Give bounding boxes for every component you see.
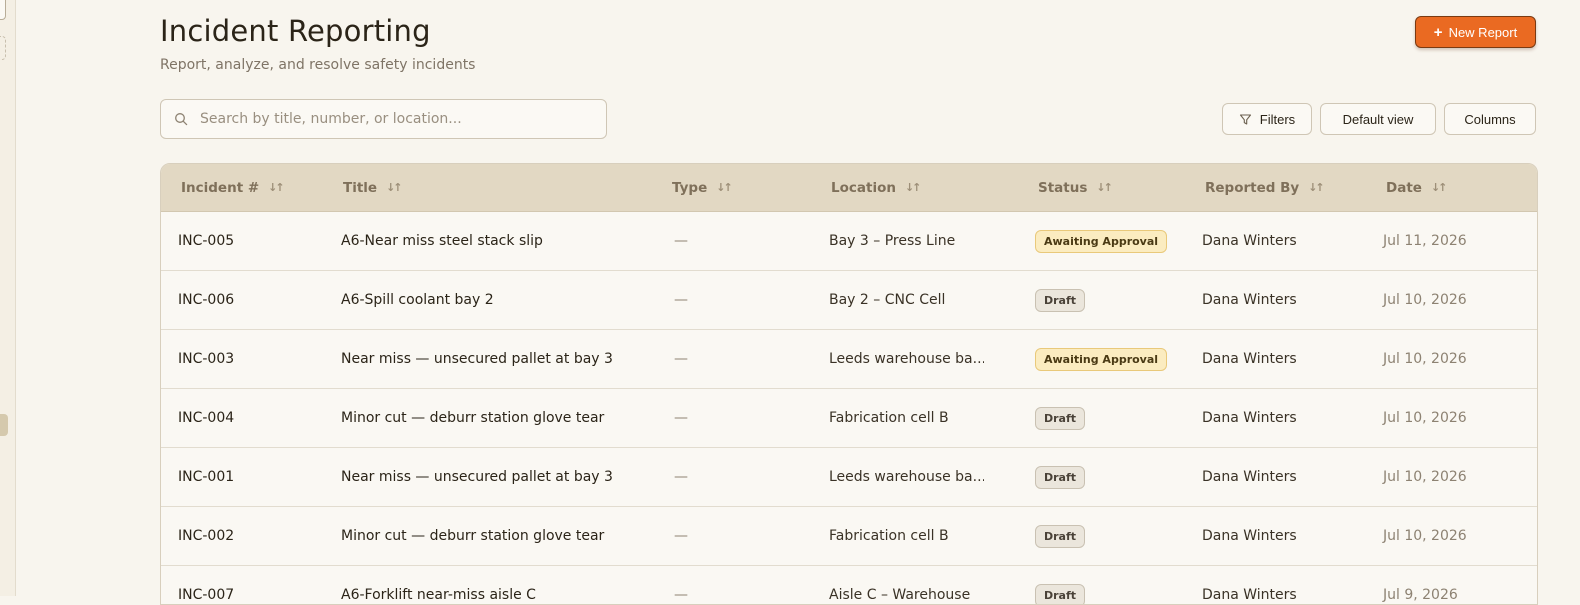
incident-id: INC-004 [178,389,234,447]
table-header: Incident # ↓↑ Title ↓↑ Type ↓↑ Location ↓↑ S… [161,164,1537,212]
search-input[interactable] [198,110,606,128]
table-row[interactable]: INC-007 A6-Forklift near-miss aisle C — … [161,566,1537,605]
incident-location: Fabrication cell B [829,507,949,565]
column-header-incident[interactable]: Incident # ↓↑ [181,164,283,211]
incident-type: — [674,330,688,388]
incident-id: INC-007 [178,566,234,605]
column-header-title[interactable]: Title ↓↑ [343,164,401,211]
sidebar-active-item[interactable] [0,414,8,436]
column-header-status[interactable]: Status ↓↑ [1038,164,1111,211]
search-icon [174,112,188,126]
incident-title: Near miss — unsecured pallet at bay 3 [341,448,613,506]
incident-id: INC-005 [178,212,234,270]
incident-id: INC-002 [178,507,234,565]
incident-date: Jul 10, 2026 [1383,330,1467,388]
sidebar-collapsed [0,0,16,596]
incident-type: — [674,448,688,506]
reported-by: Dana Winters [1202,389,1297,447]
status-badge: Awaiting Approval [1035,230,1167,253]
table-row[interactable]: INC-003 Near miss — unsecured pallet at … [161,330,1537,389]
status-badge: Draft [1035,584,1085,605]
incident-title: Minor cut — deburr station glove tear [341,507,604,565]
incident-date: Jul 9, 2026 [1383,566,1458,605]
column-header-type[interactable]: Type ↓↑ [672,164,731,211]
sort-icon: ↓↑ [716,181,730,194]
column-header-label: Reported By [1205,180,1299,196]
incident-title: Minor cut — deburr station glove tear [341,389,604,447]
incident-title: A6-Forklift near-miss aisle C [341,566,536,605]
sort-icon: ↓↑ [1096,181,1110,194]
reported-by: Dana Winters [1202,330,1297,388]
filter-icon [1239,113,1252,126]
status-badge: Draft [1035,289,1085,312]
incident-title: Near miss — unsecured pallet at bay 3 [341,330,613,388]
incident-location: Fabrication cell B [829,389,949,447]
search-box[interactable] [160,99,607,139]
column-header-location[interactable]: Location ↓↑ [831,164,919,211]
table-row[interactable]: INC-004 Minor cut — deburr station glove… [161,389,1537,448]
incident-date: Jul 10, 2026 [1383,507,1467,565]
table-row[interactable]: INC-006 A6-Spill coolant bay 2 — Bay 2 –… [161,271,1537,330]
new-report-button[interactable]: + New Report [1415,16,1536,48]
incident-id: INC-001 [178,448,234,506]
sort-icon: ↓↑ [1431,181,1445,194]
plus-icon: + [1434,25,1443,40]
incident-id: INC-006 [178,271,234,329]
columns-label: Columns [1464,112,1515,127]
table-row[interactable]: INC-005 A6-Near miss steel stack slip — … [161,212,1537,271]
incident-id: INC-003 [178,330,234,388]
status-badge: Draft [1035,407,1085,430]
status-badge: Draft [1035,525,1085,548]
incident-location: Leeds warehouse ba... [829,330,984,388]
incident-date: Jul 10, 2026 [1383,271,1467,329]
default-view-label: Default view [1343,112,1414,127]
incident-location: Aisle C – Warehouse [829,566,970,605]
reported-by: Dana Winters [1202,448,1297,506]
column-header-label: Title [343,180,377,196]
column-header-label: Location [831,180,896,196]
column-header-date[interactable]: Date ↓↑ [1386,164,1445,211]
status-badge: Draft [1035,466,1085,489]
column-header-label: Incident # [181,180,259,196]
sort-icon: ↓↑ [1308,181,1322,194]
incident-type: — [674,212,688,270]
incident-location: Bay 3 – Press Line [829,212,955,270]
incident-date: Jul 11, 2026 [1383,212,1467,270]
column-header-label: Type [672,180,707,196]
status-badge: Awaiting Approval [1035,348,1167,371]
incident-type: — [674,566,688,605]
sort-icon: ↓↑ [386,181,400,194]
incident-title: A6-Near miss steel stack slip [341,212,543,270]
column-header-label: Status [1038,180,1087,196]
incident-location: Leeds warehouse ba... [829,448,984,506]
incident-type: — [674,507,688,565]
filters-label: Filters [1260,112,1295,127]
incident-title: A6-Spill coolant bay 2 [341,271,494,329]
incident-date: Jul 10, 2026 [1383,448,1467,506]
table-row[interactable]: INC-001 Near miss — unsecured pallet at … [161,448,1537,507]
page-title: Incident Reporting [160,14,431,48]
incident-location: Bay 2 – CNC Cell [829,271,945,329]
table-row[interactable]: INC-002 Minor cut — deburr station glove… [161,507,1537,566]
reported-by: Dana Winters [1202,507,1297,565]
reported-by: Dana Winters [1202,212,1297,270]
new-report-label: New Report [1449,25,1518,40]
default-view-button[interactable]: Default view [1320,103,1436,135]
filters-button[interactable]: Filters [1222,103,1312,135]
reported-by: Dana Winters [1202,271,1297,329]
columns-button[interactable]: Columns [1444,103,1536,135]
column-header-label: Date [1386,180,1422,196]
reported-by: Dana Winters [1202,566,1297,605]
incidents-table: Incident # ↓↑ Title ↓↑ Type ↓↑ Location ↓↑ S… [160,163,1538,605]
incident-type: — [674,271,688,329]
sidebar-element[interactable] [0,0,6,20]
sort-icon: ↓↑ [268,181,282,194]
column-header-reported-by[interactable]: Reported By ↓↑ [1205,164,1323,211]
page-subtitle: Report, analyze, and resolve safety inci… [160,57,475,73]
incident-type: — [674,389,688,447]
sort-icon: ↓↑ [905,181,919,194]
sidebar-element[interactable] [0,36,6,60]
incident-date: Jul 10, 2026 [1383,389,1467,447]
